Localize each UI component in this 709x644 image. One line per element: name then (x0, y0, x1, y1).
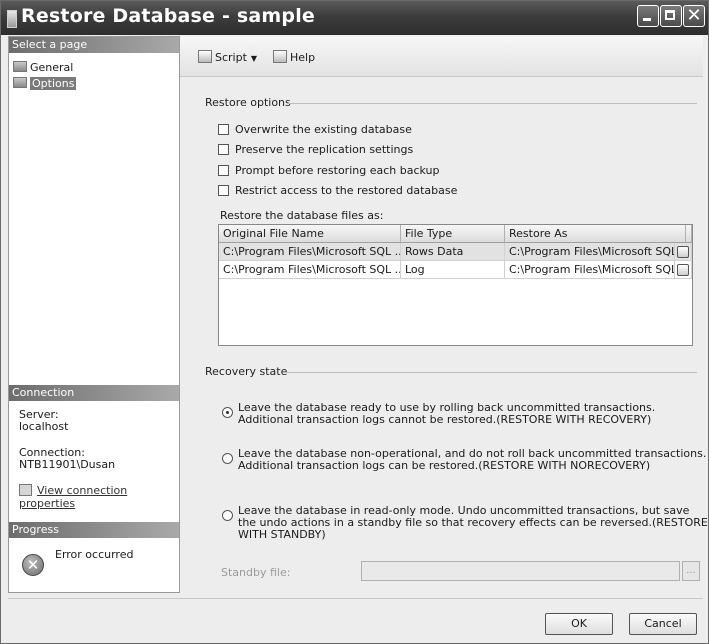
connection-header: Connection (9, 385, 179, 401)
restore-options-divider (287, 103, 697, 104)
chevron-down-icon[interactable]: ▼ (251, 54, 257, 63)
browse-file-button[interactable] (677, 246, 689, 258)
table-row-cell-original[interactable]: C:\Program Files\Microsoft SQL ... (219, 261, 401, 279)
select-page-header: Select a page (9, 37, 179, 53)
page-label-general: General (30, 61, 74, 74)
overwrite-checkbox[interactable]: Overwrite the existing database (218, 123, 412, 137)
radio-label: Leave the database ready to use by rolli… (238, 401, 656, 426)
title-bar: Restore Database - sample ✕ (1, 1, 708, 35)
recovery-state-title: Recovery state (205, 365, 288, 378)
progress-status: Error occurred (55, 548, 134, 561)
restore-options-title: Restore options (205, 96, 291, 109)
preserve-replication-checkbox[interactable]: Preserve the replication settings (218, 143, 413, 157)
view-connection-properties-link[interactable]: View connection properties (19, 484, 179, 510)
minimize-icon[interactable] (637, 5, 659, 27)
script-label: Script (215, 51, 247, 64)
prompt-before-restoring-checkbox[interactable]: Prompt before restoring each backup (218, 164, 440, 178)
standby-file-input[interactable] (361, 561, 680, 581)
restore-files-label: Restore the database files as: (220, 209, 384, 222)
table-row-cell-original[interactable]: C:\Program Files\Microsoft SQL ... (219, 243, 401, 261)
help-button[interactable]: Help (273, 50, 315, 65)
radio-button[interactable] (222, 453, 233, 464)
checkbox-box[interactable] (218, 124, 229, 135)
page-item-general[interactable]: General (13, 61, 73, 75)
connection-properties-icon (19, 484, 32, 496)
help-label: Help (290, 51, 316, 64)
radio-label: Leave the database non-operational, and … (238, 447, 707, 472)
checkbox-label: Overwrite the existing database (235, 123, 412, 136)
page-icon (13, 61, 27, 72)
script-icon (198, 50, 212, 63)
standby-file-label: Standby file: (221, 566, 291, 579)
left-panel: Select a page General Options Connection… (8, 36, 180, 593)
checkbox-box[interactable] (218, 185, 229, 196)
server-value: localhost (19, 420, 69, 433)
table-row-cell-restore-as[interactable]: C:\Program Files\Microsoft SQL ... (505, 243, 675, 261)
window-title: Restore Database - sample (21, 5, 315, 27)
checkbox-label: Prompt before restoring each backup (235, 164, 440, 177)
toolbar: Script ▼ Help (180, 36, 703, 77)
column-header-file-type[interactable]: File Type (401, 225, 505, 243)
restore-files-grid: Original File Name File Type Restore As … (218, 224, 693, 346)
window-app-icon (7, 10, 17, 28)
script-button[interactable]: Script ▼ (198, 50, 257, 66)
checkbox-box[interactable] (218, 165, 229, 176)
column-header-filler (686, 225, 692, 243)
browse-file-button[interactable] (677, 264, 689, 276)
restore-database-window: Restore Database - sample ✕ Select a pag… (0, 0, 709, 644)
maximize-icon[interactable] (660, 5, 682, 27)
table-row-cell-type[interactable]: Log (401, 261, 505, 279)
checkbox-box[interactable] (218, 144, 229, 155)
checkbox-label: Restrict access to the restored database (235, 184, 458, 197)
page-icon (13, 77, 27, 88)
options-panel: Script ▼ Help Restore options Overwrite t… (180, 36, 708, 593)
view-connection-properties-label: View connection properties (19, 484, 128, 510)
footer-divider (8, 598, 703, 599)
table-row-cell-restore-as[interactable]: C:\Program Files\Microsoft SQL ... (505, 261, 675, 279)
column-header-restore-as[interactable]: Restore As (505, 225, 686, 243)
ok-button[interactable]: OK (545, 613, 613, 635)
standby-browse-button[interactable]: ... (682, 561, 700, 581)
cancel-button[interactable]: Cancel (629, 613, 697, 635)
restrict-access-checkbox[interactable]: Restrict access to the restored database (218, 184, 457, 198)
table-row-cell-type[interactable]: Rows Data (401, 243, 505, 261)
progress-header: Progress (9, 522, 179, 538)
radio-button[interactable] (222, 510, 233, 521)
column-header-original-file-name[interactable]: Original File Name (219, 225, 401, 243)
page-label-options: Options (30, 77, 77, 90)
help-icon (273, 50, 287, 63)
radio-button[interactable] (222, 407, 233, 418)
recovery-state-divider (287, 372, 697, 373)
radio-label: Leave the database in read-only mode. Un… (238, 504, 708, 541)
page-item-options[interactable]: Options (13, 77, 77, 91)
connection-value: NTB11901\Dusan (19, 458, 116, 471)
error-icon: ✕ (22, 554, 44, 576)
close-icon[interactable]: ✕ (683, 5, 705, 27)
checkbox-label: Preserve the replication settings (235, 143, 414, 156)
